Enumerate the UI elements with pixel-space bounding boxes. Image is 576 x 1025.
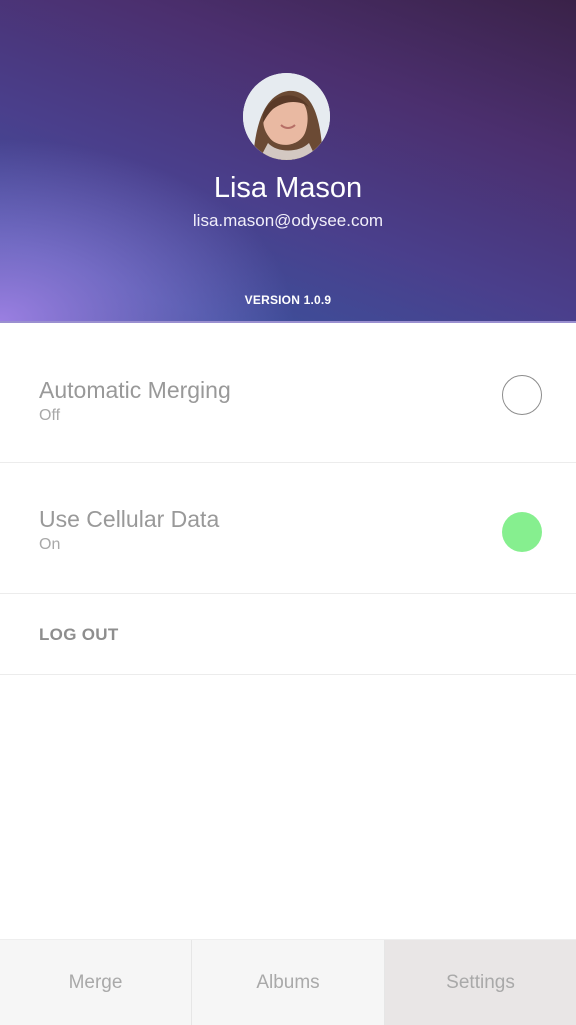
user-email: lisa.mason@odysee.com: [192, 211, 384, 230]
tab-settings[interactable]: Settings: [385, 940, 576, 1025]
setting-status: On: [39, 536, 61, 553]
tab-merge[interactable]: Merge: [0, 940, 192, 1025]
user-name: Lisa Mason: [213, 172, 363, 204]
logout-button[interactable]: LOG OUT: [39, 625, 119, 645]
tab-albums[interactable]: Albums: [192, 940, 385, 1025]
setting-title: Automatic Merging: [39, 377, 231, 403]
setting-automatic-merging[interactable]: Automatic Merging Off: [0, 323, 576, 463]
setting-title: Use Cellular Data: [39, 506, 220, 532]
avatar[interactable]: [243, 73, 330, 160]
tab-bar: Merge Albums Settings: [0, 939, 576, 1025]
cellular-data-toggle[interactable]: [502, 512, 542, 552]
setting-status: Off: [39, 407, 61, 424]
avatar-photo: [243, 73, 330, 160]
setting-use-cellular-data[interactable]: Use Cellular Data On: [0, 463, 576, 594]
automatic-merging-toggle[interactable]: [502, 375, 542, 415]
profile-header: Lisa Mason lisa.mason@odysee.com VERSION…: [0, 0, 576, 323]
app-version: VERSION 1.0.9: [244, 293, 332, 307]
logout-row[interactable]: LOG OUT: [0, 594, 576, 675]
